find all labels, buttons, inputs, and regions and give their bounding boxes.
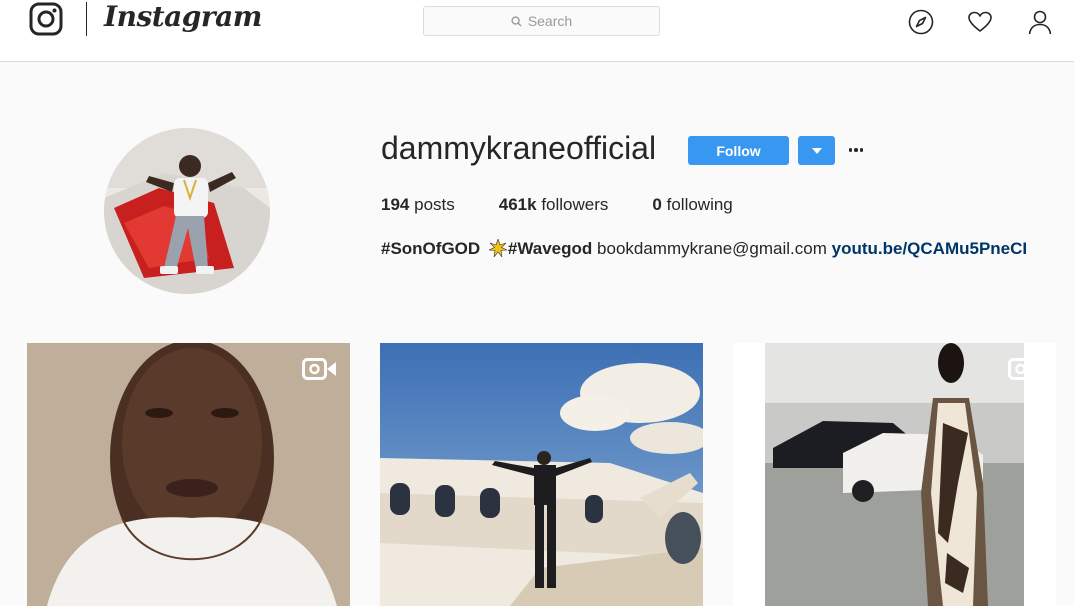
hashtag-link[interactable]: #SonOfGOD [381, 239, 480, 258]
search-icon [511, 15, 522, 27]
search-placeholder: Search [527, 13, 573, 29]
profile-username: dammykraneofficial [381, 130, 657, 166]
followers-label: followers [541, 195, 609, 214]
compass-icon[interactable] [908, 9, 934, 35]
posts-label: posts [414, 195, 455, 214]
instagram-glyph-icon[interactable] [29, 2, 63, 36]
top-nav: Instagram Search [0, 0, 1074, 62]
more-dot-icon [854, 148, 858, 152]
nav-divider [86, 2, 87, 36]
suggestions-dropdown-button[interactable] [798, 136, 835, 165]
heart-icon[interactable] [967, 9, 993, 35]
post-thumbnail[interactable] [733, 343, 1056, 606]
following-count: 0 [652, 195, 662, 214]
video-icon [302, 358, 336, 380]
profile-bio: #SonOfGOD #Wavegod bookdammykrane@gmail.… [381, 239, 1027, 259]
user-icon[interactable] [1027, 9, 1053, 35]
starburst-emoji-icon [488, 239, 507, 257]
post-thumbnail[interactable] [27, 343, 350, 606]
instagram-wordmark[interactable]: Instagram [104, 0, 262, 33]
caret-down-icon [811, 147, 822, 154]
bio-email: bookdammykrane@gmail.com [597, 239, 827, 258]
posts-count: 194 [381, 195, 410, 214]
following-label: following [666, 195, 733, 214]
avatar-photo [104, 128, 270, 294]
profile-stats: 194 posts 461k followers 0 following [381, 195, 777, 215]
followers-stat[interactable]: 461k followers [499, 195, 609, 215]
post-image [27, 343, 350, 606]
more-dot-icon [848, 148, 853, 152]
search-box[interactable]: Search [423, 6, 660, 36]
post-thumbnail[interactable] [380, 343, 703, 606]
posts-stat: 194 posts [381, 195, 455, 215]
following-stat[interactable]: 0 following [652, 195, 732, 215]
post-image [733, 343, 1056, 606]
bio-external-link[interactable]: youtu.be/QCAMu5PneCI [832, 239, 1028, 258]
post-image [380, 343, 703, 606]
more-options-button[interactable] [846, 140, 866, 160]
follow-button[interactable]: Follow [688, 136, 789, 165]
followers-count: 461k [498, 195, 537, 214]
hashtag-link[interactable]: #Wavegod [508, 239, 592, 258]
more-dot-icon [859, 148, 864, 152]
video-icon [1008, 358, 1042, 380]
profile-avatar[interactable] [104, 128, 270, 294]
